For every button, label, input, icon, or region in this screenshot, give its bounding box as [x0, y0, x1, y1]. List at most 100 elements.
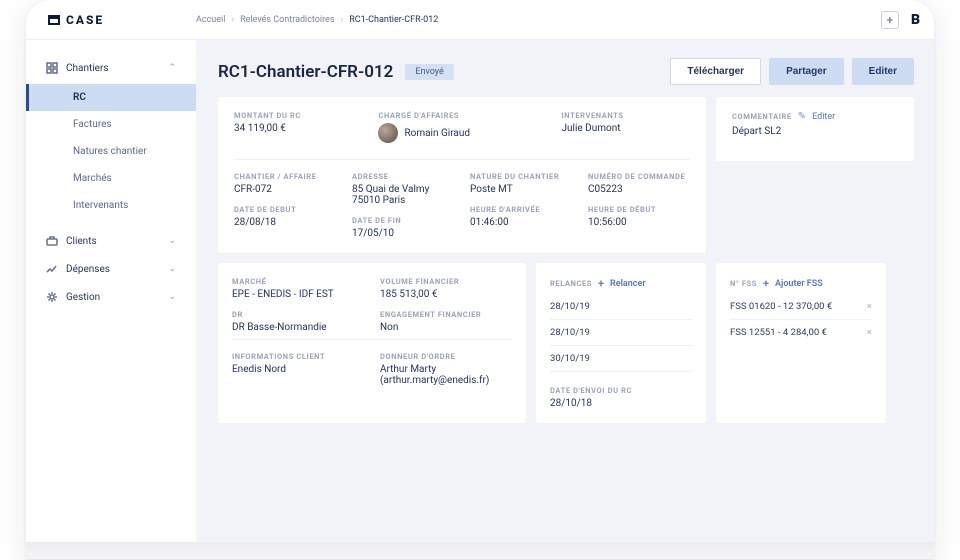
chevron-down-icon: ⌄	[168, 264, 176, 274]
field-label: MARCHÉ	[232, 277, 364, 286]
charge-name: Romain Giraud	[404, 128, 470, 139]
sidebar-item-rc[interactable]: RC	[26, 84, 196, 111]
list-item: FSS 12551 - 4 284,00 € ×	[730, 320, 872, 345]
field-label: MONTANT DU RC	[234, 111, 362, 120]
charge-value: Romain Giraud	[378, 123, 545, 143]
heure-debut-value: 10:56:00	[588, 217, 690, 228]
sidebar-item-natures[interactable]: Natures chantier	[26, 138, 196, 165]
engagement-value: Non	[380, 322, 512, 333]
sidebar-item-label: Natures chantier	[73, 146, 147, 157]
chevron-right-icon: ›	[231, 15, 234, 25]
envoi-label: DATE D'ENVOI DU RC	[550, 386, 692, 395]
fss-card: N° FSS + Ajouter FSS FSS 01620 - 12 370,…	[716, 263, 886, 423]
breadcrumb-section[interactable]: Relevés Contradictoires	[240, 15, 334, 25]
breadcrumb-current: RC1-Chantier-CFR-012	[349, 15, 438, 25]
comment-value: Départ SL2	[732, 126, 898, 137]
chevron-right-icon: ›	[341, 15, 344, 25]
sidebar-item-label: Marchés	[73, 173, 112, 184]
field-label: NATURE DU CHANTIER	[470, 172, 572, 181]
relance-date: 28/10/19	[550, 327, 590, 338]
sidebar-item-label: Chantiers	[66, 63, 109, 74]
brand-b-icon[interactable]: B	[911, 12, 920, 28]
app-logo: CASE	[48, 13, 196, 27]
field-label: CHARGÉ D'AFFAIRES	[378, 111, 545, 120]
field-label: VOLUME FINANCIER	[380, 277, 512, 286]
sidebar-item-label: Clients	[66, 236, 97, 247]
briefcase-icon	[46, 235, 58, 247]
sidebar-item-label: Dépenses	[66, 264, 110, 275]
summary-card: MONTANT DU RC 34 119,00 € CHARGÉ D'AFFAI…	[218, 97, 706, 253]
sidebar-item-gestion[interactable]: Gestion ⌄	[26, 283, 196, 311]
gear-icon	[46, 291, 58, 303]
field-label: DR	[232, 310, 364, 319]
status-badge: Envoyé	[405, 64, 453, 80]
chantier-value: CFR-072	[234, 184, 336, 195]
field-label: ENGAGEMENT FINANCIER	[380, 310, 512, 319]
pencil-icon: ✎	[798, 111, 806, 122]
marche-value: EPE - ENEDIS - IDF EST	[232, 289, 364, 300]
sidebar-item-clients[interactable]: Clients ⌄	[26, 227, 196, 255]
nature-value: Poste MT	[470, 184, 572, 195]
info-client-value: Enedis Nord	[232, 364, 364, 375]
add-button[interactable]: +	[881, 11, 899, 29]
field-label: INFORMATIONS CLIENT	[232, 352, 364, 361]
chevron-up-icon: ⌃	[168, 63, 176, 73]
breadcrumb-root[interactable]: Accueil	[196, 15, 225, 25]
montant-value: 34 119,00 €	[234, 123, 362, 134]
sidebar-item-intervenants[interactable]: Intervenants	[26, 192, 196, 219]
relances-label: RELANCES	[550, 279, 592, 288]
field-label: DATE DE DEBUT	[234, 205, 336, 214]
share-button[interactable]: Partager	[769, 58, 844, 85]
relance-date: 28/10/19	[550, 301, 590, 312]
fss-label: N° FSS	[730, 279, 757, 288]
logo-icon	[48, 15, 60, 25]
topbar: CASE Accueil › Relevés Contradictoires ›…	[26, 0, 934, 40]
fss-entry: FSS 12551 - 4 284,00 €	[730, 327, 827, 338]
field-label: HEURE D'ARRIVÉE	[470, 205, 572, 214]
list-item: 30/10/19	[550, 346, 692, 372]
list-item: 28/10/19	[550, 320, 692, 346]
page-title: RC1-Chantier-CFR-012	[218, 62, 393, 82]
sidebar-item-marches[interactable]: Marchés	[26, 165, 196, 192]
intervenants-value: Julie Dumont	[562, 123, 690, 134]
field-label: INTERVENANTS	[562, 111, 690, 120]
fss-entry: FSS 01620 - 12 370,00 €	[730, 301, 832, 312]
relancer-button[interactable]: Relancer	[610, 279, 646, 289]
sidebar-item-label: RC	[73, 92, 86, 103]
date-fin-value: 17/05/10	[352, 228, 454, 239]
date-debut-value: 28/08/18	[234, 217, 336, 228]
sidebar-item-factures[interactable]: Factures	[26, 111, 196, 138]
list-item: 28/10/19	[550, 294, 692, 320]
chevron-down-icon: ⌄	[168, 236, 176, 246]
field-label: DONNEUR D'ORDRE	[380, 352, 512, 361]
download-button[interactable]: Télécharger	[670, 58, 761, 85]
adresse-value: 85 Quai de Valmy 75010 Paris	[352, 184, 454, 206]
edit-button[interactable]: Editer	[852, 58, 914, 85]
field-label: HEURE DE DÉBUT	[588, 205, 690, 214]
list-item: FSS 01620 - 12 370,00 € ×	[730, 294, 872, 320]
sidebar-item-label: Intervenants	[73, 200, 128, 211]
chart-icon	[46, 263, 58, 275]
relances-card: RELANCES + Relancer 28/10/19 28/10/19 30…	[536, 263, 706, 423]
volume-value: 185 513,00 €	[380, 289, 512, 300]
remove-icon[interactable]: ×	[867, 327, 872, 338]
sidebar-item-label: Factures	[73, 119, 112, 130]
comment-card: COMMENTAIRE ✎ Editer Départ SL2	[716, 97, 914, 161]
market-card: MARCHÉ EPE - ENEDIS - IDF EST DR DR Bass…	[218, 263, 526, 423]
field-label: NUMÉRO DE COMMANDE	[588, 172, 690, 181]
sidebar: Chantiers ⌃ RC Factures Natures chantier…	[26, 40, 196, 560]
dr-value: DR Basse-Normandie	[232, 322, 364, 333]
remove-icon[interactable]: ×	[867, 301, 872, 312]
field-label: CHANTIER / AFFAIRE	[234, 172, 336, 181]
ajouter-fss-button[interactable]: Ajouter FSS	[775, 279, 823, 289]
chevron-down-icon: ⌄	[168, 292, 176, 302]
comment-edit-button[interactable]: Editer	[812, 112, 835, 122]
sidebar-item-depenses[interactable]: Dépenses ⌄	[26, 255, 196, 283]
breadcrumb: Accueil › Relevés Contradictoires › RC1-…	[196, 15, 438, 25]
sidebar-item-chantiers[interactable]: Chantiers ⌃	[26, 54, 196, 82]
sidebar-item-label: Gestion	[66, 292, 100, 303]
logo-text: CASE	[66, 13, 104, 27]
avatar	[378, 123, 398, 143]
field-label: DATE DE FIN	[352, 216, 454, 225]
commande-value: C05223	[588, 184, 690, 195]
